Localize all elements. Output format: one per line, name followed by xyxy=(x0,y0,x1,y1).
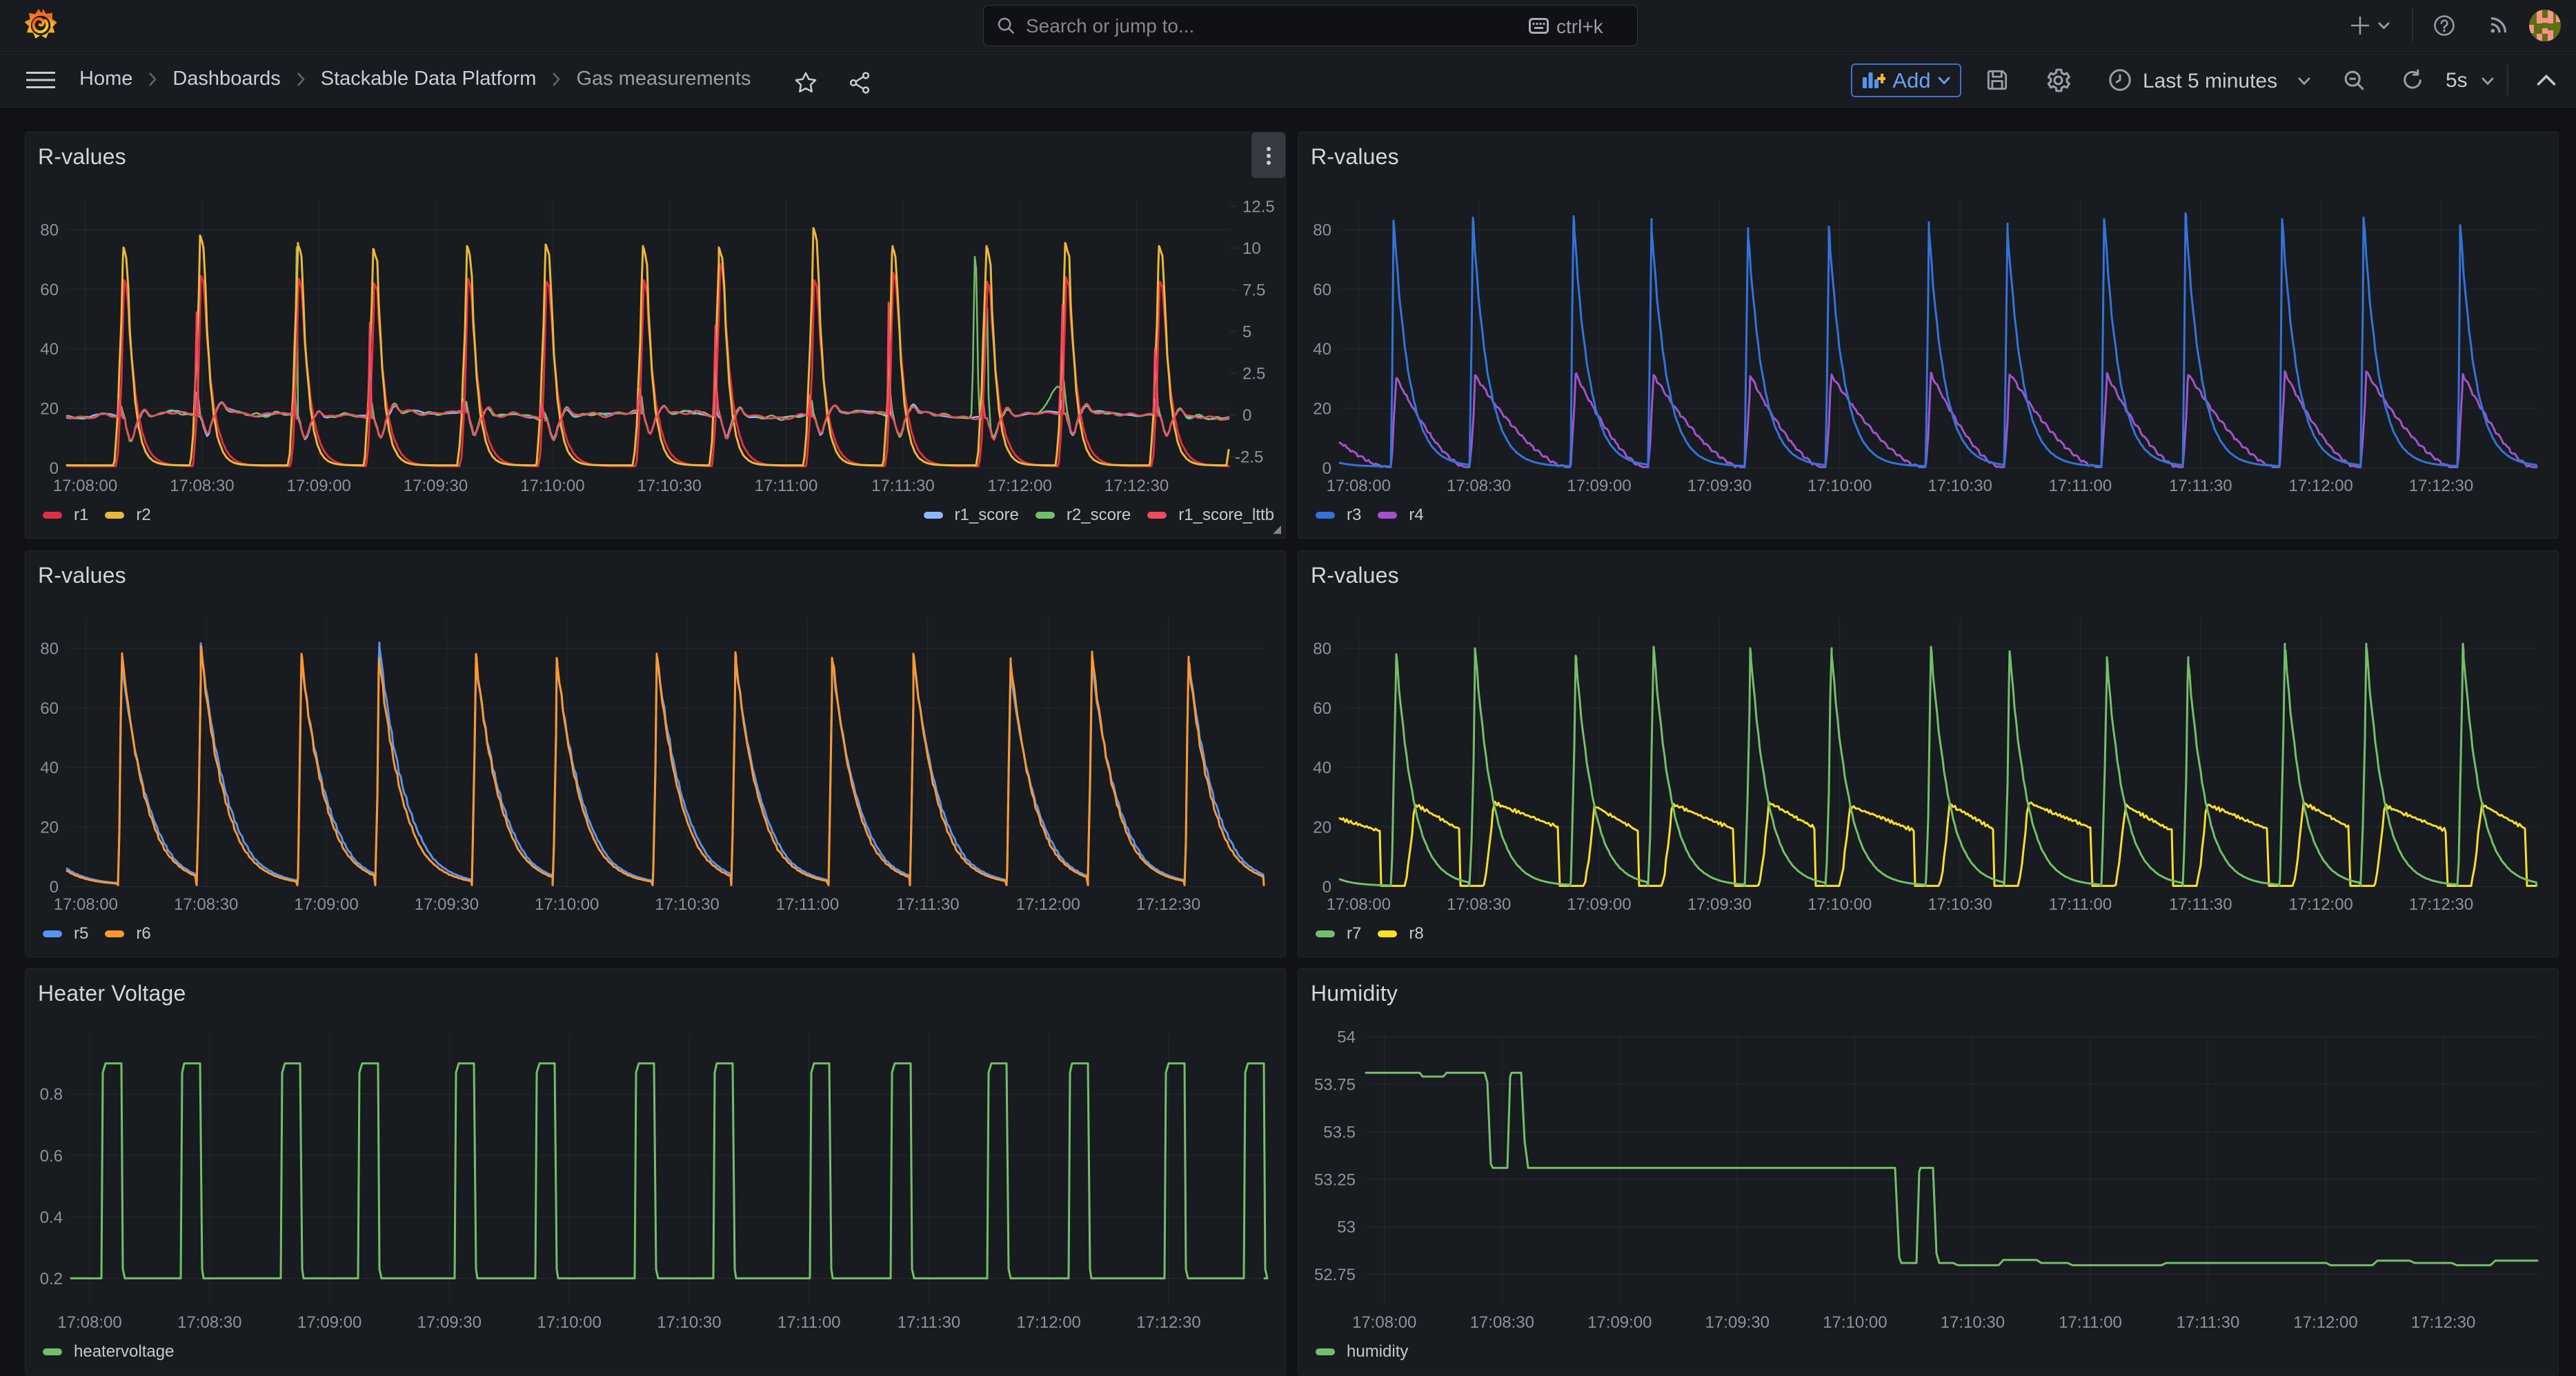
svg-text:17:11:00: 17:11:00 xyxy=(777,1313,841,1332)
svg-text:60: 60 xyxy=(1313,281,1331,299)
svg-text:0.6: 0.6 xyxy=(40,1147,63,1166)
svg-text:80: 80 xyxy=(40,221,59,239)
svg-text:17:11:30: 17:11:30 xyxy=(896,895,960,914)
svg-text:17:12:30: 17:12:30 xyxy=(2411,1313,2475,1332)
svg-text:17:08:30: 17:08:30 xyxy=(174,895,238,914)
svg-text:17:10:30: 17:10:30 xyxy=(637,477,701,495)
svg-text:17:11:00: 17:11:00 xyxy=(776,895,840,914)
svg-text:52.75: 52.75 xyxy=(1314,1266,1356,1284)
svg-text:17:08:30: 17:08:30 xyxy=(177,1313,241,1332)
svg-text:17:08:30: 17:08:30 xyxy=(1470,1313,1534,1332)
svg-text:0: 0 xyxy=(50,459,59,478)
svg-text:80: 80 xyxy=(1313,221,1331,239)
svg-text:17:12:00: 17:12:00 xyxy=(1015,895,1080,914)
svg-text:17:09:30: 17:09:30 xyxy=(1687,895,1752,914)
svg-text:0.8: 0.8 xyxy=(40,1086,63,1104)
svg-text:80: 80 xyxy=(40,639,59,658)
svg-text:17:08:30: 17:08:30 xyxy=(170,477,234,495)
svg-text:17:09:00: 17:09:00 xyxy=(1567,895,1631,914)
svg-text:0.2: 0.2 xyxy=(40,1270,63,1288)
svg-text:17:09:30: 17:09:30 xyxy=(415,895,479,914)
svg-text:17:12:00: 17:12:00 xyxy=(2288,895,2352,914)
svg-text:80: 80 xyxy=(1313,639,1331,658)
svg-text:17:09:30: 17:09:30 xyxy=(404,477,468,495)
svg-text:53: 53 xyxy=(1337,1218,1356,1237)
svg-text:17:11:00: 17:11:00 xyxy=(2049,477,2112,495)
svg-text:0: 0 xyxy=(1242,406,1251,425)
svg-text:17:11:30: 17:11:30 xyxy=(2169,477,2232,495)
svg-text:20: 20 xyxy=(1313,400,1331,419)
svg-text:0: 0 xyxy=(1322,878,1331,897)
svg-text:17:10:00: 17:10:00 xyxy=(1807,895,1872,914)
svg-text:17:08:00: 17:08:00 xyxy=(54,895,118,914)
svg-text:17:09:00: 17:09:00 xyxy=(1587,1313,1652,1332)
svg-text:60: 60 xyxy=(40,699,59,717)
svg-text:17:10:00: 17:10:00 xyxy=(1807,477,1872,495)
svg-text:17:09:00: 17:09:00 xyxy=(286,477,350,495)
svg-text:60: 60 xyxy=(40,281,59,299)
svg-text:17:08:00: 17:08:00 xyxy=(1327,895,1391,914)
svg-text:17:09:00: 17:09:00 xyxy=(1567,477,1631,495)
svg-text:53.25: 53.25 xyxy=(1314,1170,1356,1189)
svg-text:17:09:00: 17:09:00 xyxy=(297,1313,361,1332)
svg-text:20: 20 xyxy=(40,818,59,837)
svg-text:0.4: 0.4 xyxy=(40,1208,63,1227)
svg-text:17:12:30: 17:12:30 xyxy=(2409,895,2473,914)
svg-text:40: 40 xyxy=(40,759,59,777)
svg-text:17:09:00: 17:09:00 xyxy=(294,895,358,914)
svg-text:17:08:30: 17:08:30 xyxy=(1447,477,1511,495)
svg-text:17:10:00: 17:10:00 xyxy=(520,477,584,495)
svg-text:17:11:00: 17:11:00 xyxy=(2049,895,2112,914)
svg-text:40: 40 xyxy=(1313,340,1331,359)
svg-text:40: 40 xyxy=(40,340,59,359)
svg-text:17:11:30: 17:11:30 xyxy=(898,1313,961,1332)
svg-text:17:10:30: 17:10:30 xyxy=(655,895,719,914)
svg-text:7.5: 7.5 xyxy=(1242,281,1265,300)
svg-text:10: 10 xyxy=(1242,239,1261,258)
svg-text:17:11:30: 17:11:30 xyxy=(871,477,935,495)
svg-text:17:11:30: 17:11:30 xyxy=(2177,1313,2240,1332)
svg-text:5: 5 xyxy=(1242,323,1251,341)
svg-text:0: 0 xyxy=(50,878,59,897)
svg-text:17:12:00: 17:12:00 xyxy=(2288,477,2352,495)
svg-text:17:08:00: 17:08:00 xyxy=(1352,1313,1416,1332)
svg-text:17:12:30: 17:12:30 xyxy=(1104,477,1169,495)
svg-text:17:09:30: 17:09:30 xyxy=(417,1313,482,1332)
svg-text:17:10:30: 17:10:30 xyxy=(1928,895,1992,914)
svg-text:12.5: 12.5 xyxy=(1242,198,1275,217)
svg-text:17:09:30: 17:09:30 xyxy=(1687,477,1752,495)
svg-text:17:11:30: 17:11:30 xyxy=(2169,895,2232,914)
svg-text:17:12:30: 17:12:30 xyxy=(2409,477,2473,495)
svg-text:17:10:00: 17:10:00 xyxy=(535,895,599,914)
svg-text:17:12:00: 17:12:00 xyxy=(1016,1313,1080,1332)
svg-text:17:12:30: 17:12:30 xyxy=(1136,1313,1200,1332)
svg-text:17:11:00: 17:11:00 xyxy=(755,477,818,495)
svg-text:17:08:00: 17:08:00 xyxy=(1327,477,1391,495)
svg-text:53.75: 53.75 xyxy=(1314,1075,1356,1094)
svg-text:20: 20 xyxy=(1313,818,1331,837)
svg-text:17:10:00: 17:10:00 xyxy=(1823,1313,1887,1332)
svg-text:2.5: 2.5 xyxy=(1242,365,1265,383)
svg-text:60: 60 xyxy=(1313,699,1331,717)
svg-text:-2.5: -2.5 xyxy=(1235,448,1263,467)
svg-text:17:12:00: 17:12:00 xyxy=(987,477,1051,495)
svg-text:17:11:00: 17:11:00 xyxy=(2059,1313,2122,1332)
svg-text:17:10:00: 17:10:00 xyxy=(537,1313,601,1332)
svg-text:40: 40 xyxy=(1313,759,1331,777)
svg-text:17:10:30: 17:10:30 xyxy=(1941,1313,2005,1332)
svg-text:17:12:00: 17:12:00 xyxy=(2293,1313,2357,1332)
svg-text:0: 0 xyxy=(1322,459,1331,478)
svg-text:17:08:00: 17:08:00 xyxy=(53,477,117,495)
svg-text:17:09:30: 17:09:30 xyxy=(1705,1313,1770,1332)
svg-text:53.5: 53.5 xyxy=(1323,1123,1356,1141)
svg-text:17:10:30: 17:10:30 xyxy=(657,1313,721,1332)
svg-text:17:08:00: 17:08:00 xyxy=(57,1313,121,1332)
svg-text:17:08:30: 17:08:30 xyxy=(1447,895,1511,914)
svg-text:17:12:30: 17:12:30 xyxy=(1136,895,1200,914)
svg-text:20: 20 xyxy=(40,400,59,419)
svg-text:17:10:30: 17:10:30 xyxy=(1928,477,1992,495)
svg-text:54: 54 xyxy=(1337,1028,1356,1047)
